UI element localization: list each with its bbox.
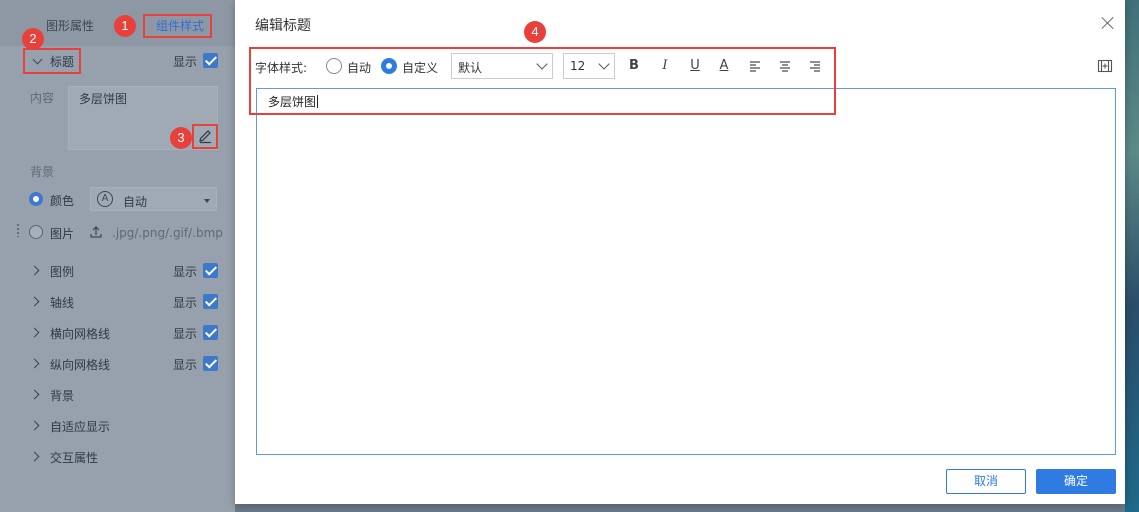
tab-graph-properties[interactable]: 图形属性 xyxy=(46,17,94,34)
background-label: 背景 xyxy=(30,165,55,179)
annotation-badge-3: 3 xyxy=(170,127,192,149)
dialog-title: 编辑标题 xyxy=(255,18,311,34)
chevron-right-icon xyxy=(29,389,40,400)
section-label: 纵向网格线 xyxy=(50,358,111,372)
caret-down-icon xyxy=(204,199,210,203)
legend-show-checkbox[interactable] xyxy=(203,263,218,278)
color-select-value: 自动 xyxy=(123,195,148,209)
section-show-label: 显示 xyxy=(173,296,198,310)
confirm-button[interactable]: 确定 xyxy=(1036,469,1116,494)
annotation-box-title xyxy=(23,48,81,74)
chevron-right-icon xyxy=(29,358,40,369)
axis-show-checkbox[interactable] xyxy=(203,294,218,309)
section-show-label: 显示 xyxy=(173,358,198,372)
image-radio-label: 图片 xyxy=(50,227,75,241)
close-icon[interactable] xyxy=(1101,16,1115,30)
drag-handle-icon[interactable] xyxy=(16,223,20,237)
chevron-right-icon xyxy=(29,420,40,431)
vertical-grid-show-checkbox[interactable] xyxy=(203,356,218,371)
title-show-checkbox[interactable] xyxy=(203,53,218,68)
section-label: 轴线 xyxy=(50,296,75,310)
title-show-label: 显示 xyxy=(173,55,198,69)
cancel-button[interactable]: 取消 xyxy=(946,469,1026,494)
horizontal-grid-show-checkbox[interactable] xyxy=(203,325,218,340)
content-label: 内容 xyxy=(30,91,55,105)
color-radio[interactable] xyxy=(29,192,43,206)
section-label: 图例 xyxy=(50,265,75,279)
annotation-badge-1: 1 xyxy=(114,15,136,37)
section-label: 背景 xyxy=(50,389,75,403)
auto-color-icon: A xyxy=(97,191,113,207)
image-format-hint: .jpg/.png/.gif/.bmp xyxy=(112,226,223,240)
title-content-value: 多层饼图 xyxy=(79,92,128,106)
annotation-box-component-style xyxy=(143,14,212,38)
section-show-label: 显示 xyxy=(173,327,198,341)
section-label: 交互属性 xyxy=(50,451,99,465)
color-select[interactable]: A 自动 xyxy=(90,187,217,211)
chevron-right-icon xyxy=(29,296,40,307)
title-editor[interactable]: 多层饼图 xyxy=(256,88,1116,455)
image-radio[interactable] xyxy=(29,225,43,239)
color-radio-label: 颜色 xyxy=(50,194,75,208)
annotation-badge-2: 2 xyxy=(22,28,44,50)
property-panel: 图形属性 组件样式 标题 显示 内容 多层饼图 背景 颜色 A 自动 图片 .j… xyxy=(0,0,235,512)
section-label: 自适应显示 xyxy=(50,420,111,434)
section-show-label: 显示 xyxy=(173,265,198,279)
section-label: 横向网格线 xyxy=(50,327,111,341)
annotation-box-edit xyxy=(192,124,218,149)
background-strip xyxy=(1125,0,1139,512)
insert-field-icon[interactable] xyxy=(1097,58,1113,74)
chevron-right-icon xyxy=(29,451,40,462)
chevron-right-icon xyxy=(29,327,40,338)
annotation-box-toolbar xyxy=(249,47,836,115)
annotation-badge-4: 4 xyxy=(524,21,546,43)
upload-icon[interactable] xyxy=(89,225,103,239)
chevron-right-icon xyxy=(29,265,40,276)
